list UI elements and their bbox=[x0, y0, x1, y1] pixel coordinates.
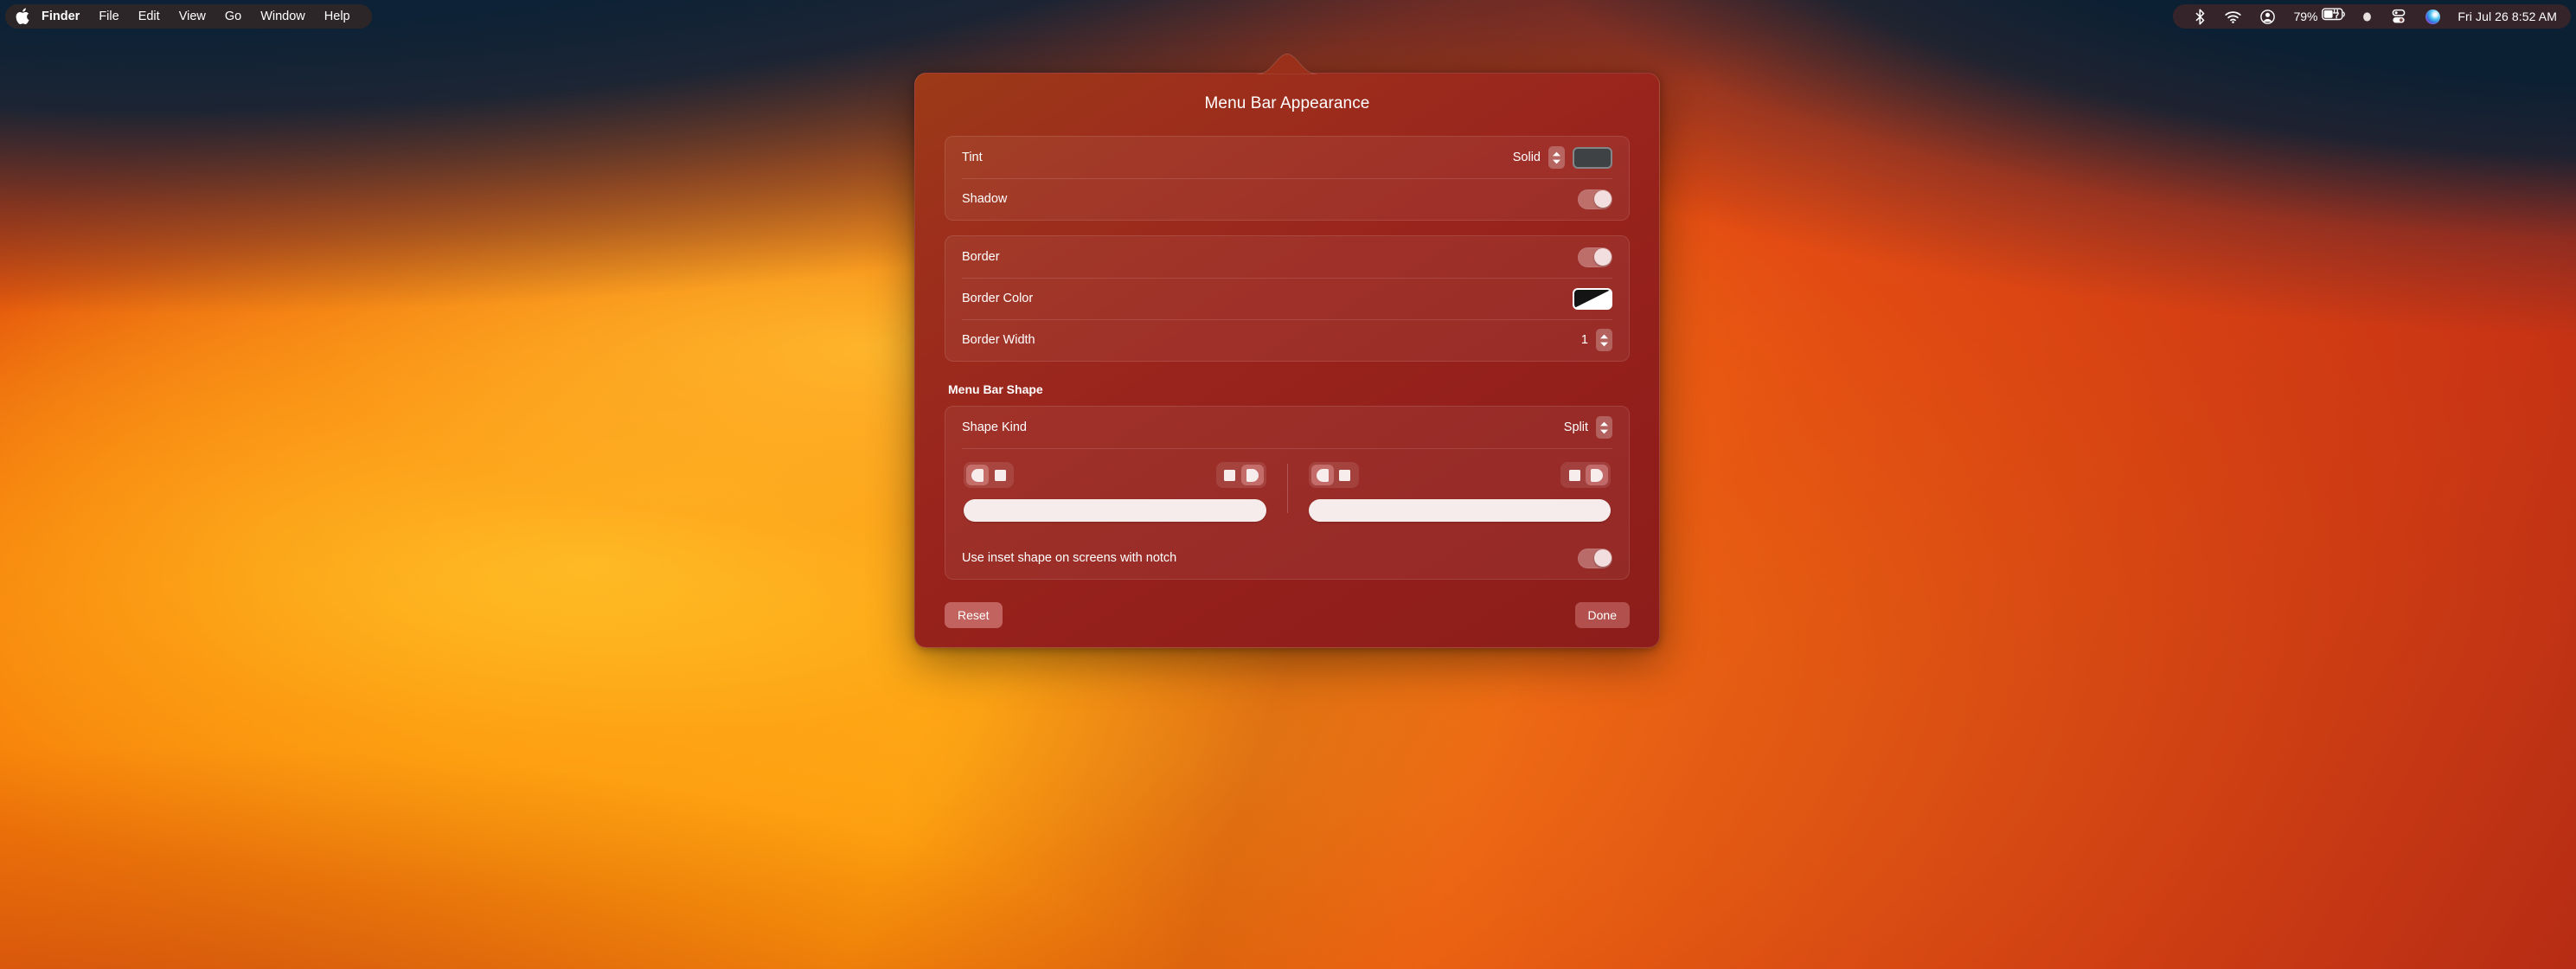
shadow-toggle[interactable] bbox=[1578, 189, 1612, 209]
menu-item-finder[interactable]: Finder bbox=[34, 8, 89, 26]
shadow-toggle-knob bbox=[1593, 190, 1612, 208]
tint-menu-stepper[interactable] bbox=[1548, 146, 1565, 169]
border-toggle-knob bbox=[1593, 248, 1612, 266]
square-glyph-icon bbox=[1224, 469, 1235, 481]
menu-bar-appearance-popover: Menu Bar Appearance Tint Solid Shadow Bo… bbox=[914, 53, 1660, 648]
seg-round-right-option[interactable] bbox=[1586, 465, 1608, 485]
border-toggle[interactable] bbox=[1578, 247, 1612, 267]
menu-item-window[interactable]: Window bbox=[251, 8, 315, 26]
row-tint[interactable]: Tint Solid bbox=[945, 137, 1629, 178]
tint-color-swatch[interactable] bbox=[1573, 146, 1612, 169]
menu-item-view[interactable]: View bbox=[170, 8, 215, 26]
border-color-swatch[interactable] bbox=[1573, 287, 1612, 310]
battery-percent-label: 79% bbox=[2293, 10, 2318, 23]
siri-orb-icon[interactable] bbox=[2416, 5, 2450, 28]
tint-value: Solid bbox=[1512, 151, 1541, 164]
shape-kind-label: Shape Kind bbox=[962, 420, 1027, 434]
seg-round-left-option[interactable] bbox=[966, 465, 989, 485]
row-border-width[interactable]: Border Width 1 bbox=[945, 319, 1629, 361]
round-left-glyph-icon bbox=[1316, 468, 1329, 482]
border-width-controls: 1 bbox=[1581, 329, 1612, 351]
seg-round-right-option[interactable] bbox=[1240, 465, 1264, 485]
round-right-glyph-icon bbox=[1591, 468, 1603, 482]
battery-charging-icon bbox=[2322, 8, 2346, 25]
inset-shape-toggle[interactable] bbox=[1578, 548, 1612, 568]
square-glyph-icon bbox=[994, 469, 1006, 481]
border-group-card: Border Border Color Border Width 1 bbox=[945, 235, 1630, 362]
apple-logo-icon[interactable] bbox=[16, 7, 32, 26]
recording-dot-icon[interactable] bbox=[2353, 5, 2381, 28]
border-color-label: Border Color bbox=[962, 292, 1034, 305]
shape-halves bbox=[962, 462, 1612, 522]
leading-half-shape-preview[interactable] bbox=[964, 499, 1266, 522]
trailing-half-segment-row bbox=[1308, 462, 1611, 488]
row-shadow[interactable]: Shadow bbox=[945, 178, 1629, 220]
desktop: Finder File Edit View Go Window Help 79%… bbox=[0, 0, 2576, 969]
menu-bar-shape-heading: Menu Bar Shape bbox=[948, 382, 1043, 396]
menu-item-file[interactable]: File bbox=[89, 8, 128, 26]
round-right-glyph-icon bbox=[1246, 468, 1259, 482]
seg-square-option[interactable] bbox=[989, 465, 1011, 485]
trailing-half-leading-endcap-control[interactable] bbox=[1308, 462, 1359, 488]
done-button[interactable]: Done bbox=[1574, 602, 1630, 628]
bluetooth-icon[interactable] bbox=[2185, 5, 2215, 28]
menu-item-go[interactable]: Go bbox=[215, 8, 251, 26]
leading-half-leading-endcap-control[interactable] bbox=[964, 462, 1014, 488]
tint-group-card: Tint Solid Shadow bbox=[945, 136, 1630, 221]
border-width-label: Border Width bbox=[962, 333, 1035, 347]
battery-status[interactable]: 79% bbox=[2284, 8, 2354, 25]
border-label: Border bbox=[962, 250, 1000, 264]
shape-half-leading bbox=[962, 462, 1287, 522]
wifi-icon[interactable] bbox=[2215, 5, 2251, 28]
popover-arrow bbox=[1257, 52, 1317, 74]
status-items: 79% Fri Jul 26 8:52 AM bbox=[2185, 5, 2557, 28]
inset-shape-toggle-knob bbox=[1593, 549, 1612, 567]
control-center-icon[interactable] bbox=[2381, 5, 2416, 28]
menu-bar-left-segment: Finder File Edit View Go Window Help bbox=[5, 4, 372, 29]
border-width-value: 1 bbox=[1580, 333, 1588, 347]
shape-group-card: Shape Kind Split Use inset shape on scre… bbox=[945, 406, 1630, 580]
menu-bar-right-segment: 79% Fri Jul 26 8:52 AM bbox=[2172, 4, 2571, 29]
seg-square-option[interactable] bbox=[1219, 465, 1241, 485]
leading-half-trailing-endcap-control[interactable] bbox=[1215, 462, 1266, 488]
reset-button[interactable]: Reset bbox=[945, 602, 1003, 628]
square-glyph-icon bbox=[1568, 469, 1580, 481]
row-inset-shape[interactable]: Use inset shape on screens with notch bbox=[945, 537, 1629, 579]
menu-item-help[interactable]: Help bbox=[315, 8, 360, 26]
popover-body: Tint Solid Shadow Border Border Color Bo… bbox=[915, 136, 1659, 580]
trailing-half-trailing-endcap-control[interactable] bbox=[1560, 462, 1611, 488]
tint-label: Tint bbox=[962, 151, 983, 164]
shadow-label: Shadow bbox=[962, 192, 1008, 206]
seg-square-option[interactable] bbox=[1563, 465, 1586, 485]
popover-title: Menu Bar Appearance bbox=[1204, 94, 1370, 112]
shape-kind-stepper[interactable] bbox=[1596, 416, 1612, 439]
row-shape-kind[interactable]: Shape Kind Split bbox=[945, 407, 1629, 448]
user-account-icon[interactable] bbox=[2251, 5, 2284, 28]
border-width-stepper[interactable] bbox=[1596, 329, 1612, 351]
seg-round-left-option[interactable] bbox=[1310, 465, 1334, 485]
trailing-half-shape-preview[interactable] bbox=[1308, 499, 1611, 522]
shape-kind-controls: Split bbox=[1564, 416, 1612, 439]
shape-kind-value: Split bbox=[1563, 420, 1588, 434]
row-border-color[interactable]: Border Color bbox=[945, 278, 1629, 319]
shape-half-trailing bbox=[1288, 462, 1613, 522]
inset-shape-label: Use inset shape on screens with notch bbox=[962, 551, 1177, 565]
row-border[interactable]: Border bbox=[945, 236, 1629, 278]
menu-item-edit[interactable]: Edit bbox=[129, 8, 170, 26]
seg-square-option[interactable] bbox=[1334, 465, 1356, 485]
menu-bar-clock[interactable]: Fri Jul 26 8:52 AM bbox=[2450, 10, 2557, 23]
tint-controls: Solid bbox=[1513, 146, 1612, 169]
square-glyph-icon bbox=[1339, 469, 1350, 481]
round-left-glyph-icon bbox=[971, 468, 984, 482]
leading-half-segment-row bbox=[964, 462, 1266, 488]
popover-footer: Reset Done bbox=[915, 580, 1659, 628]
shape-editor bbox=[945, 448, 1629, 537]
